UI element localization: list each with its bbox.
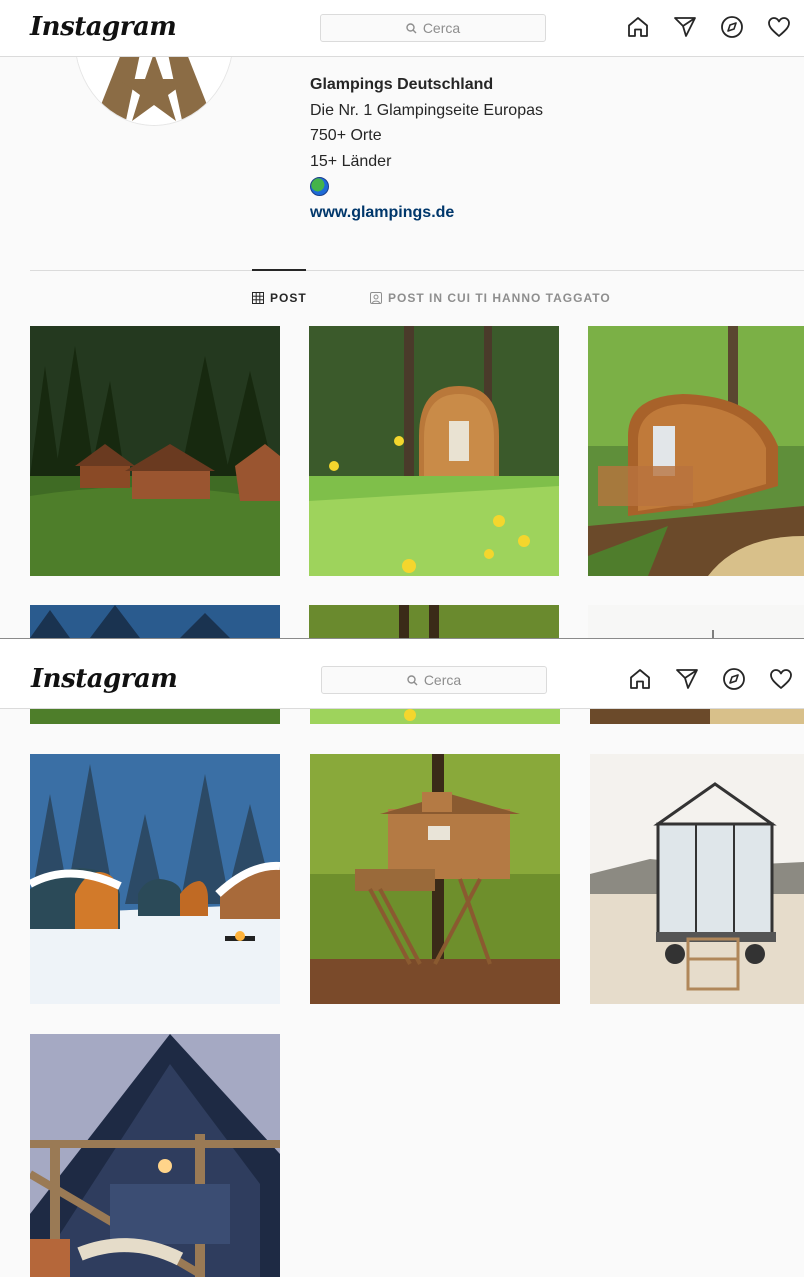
direct-icon[interactable] [673, 15, 697, 39]
post-thumbnail-glass-house-top[interactable] [588, 605, 804, 638]
tabs-divider [30, 270, 804, 271]
search-placeholder: Cerca [422, 20, 461, 36]
tab-posts-label: POST [270, 291, 307, 305]
search-icon [407, 674, 418, 685]
search-placeholder: Cerca [423, 672, 462, 688]
profile-name: Glampings Deutschland [310, 76, 494, 93]
home-icon[interactable] [628, 667, 652, 691]
search-icon [406, 22, 417, 33]
home-icon[interactable] [626, 15, 650, 39]
bio-line-2: 750+ Orte [310, 127, 382, 144]
activity-icon[interactable] [767, 15, 791, 39]
post-thumbnail-treehouse[interactable] [310, 754, 560, 1004]
active-tab-indicator [252, 269, 306, 271]
post-thumbnail-wooden-pod-meadow[interactable] [309, 326, 559, 576]
post-thumbnail-glass-tiny-house[interactable] [590, 754, 804, 1004]
top-navigation-bar: Instagram Cerca [0, 0, 804, 57]
explore-icon[interactable] [722, 667, 746, 691]
post-thumbnail-snowy-pods[interactable] [30, 754, 280, 1004]
tagged-icon [370, 292, 382, 304]
top-navigation-bar: Instagram Cerca [0, 652, 804, 709]
tab-tagged[interactable]: POST IN CUI TI HANNO TAGGATO [370, 291, 611, 305]
nav-icons [626, 15, 791, 39]
bio-line-3: 15+ Länder [310, 152, 392, 170]
nav-icons [628, 667, 793, 691]
explore-icon[interactable] [720, 15, 744, 39]
instagram-logo[interactable]: Instagram [31, 664, 178, 694]
profile-bio: Glampings Deutschland Die Nr. 1 Glamping… [310, 72, 543, 225]
post-thumbnail-wooden-pod-garden[interactable] [588, 326, 804, 576]
globe-icon [310, 177, 329, 197]
post-thumbnail-snowy-pods-top[interactable] [30, 605, 280, 638]
search-input[interactable]: Cerca [320, 14, 546, 42]
post-thumbnail-forest-cabins[interactable] [30, 326, 280, 576]
tab-posts[interactable]: POST [252, 291, 307, 305]
post-thumbnail-forest-cabins-bottom[interactable] [30, 709, 280, 724]
grid-icon [252, 292, 264, 304]
activity-icon[interactable] [769, 667, 793, 691]
search-input[interactable]: Cerca [321, 666, 547, 694]
screenshot-separator [0, 638, 804, 653]
post-thumbnail-a-frame-cabin[interactable] [30, 1034, 280, 1277]
post-thumbnail-meadow-bottom[interactable] [310, 709, 560, 724]
profile-website-link[interactable]: www.glampings.de [310, 200, 543, 226]
profile-view-bottom: Instagram Cerca [0, 652, 804, 1277]
bio-line-1: Die Nr. 1 Glampingseite Europas [310, 101, 543, 119]
post-thumbnail-garden-bottom[interactable] [590, 709, 804, 724]
direct-icon[interactable] [675, 667, 699, 691]
instagram-logo[interactable]: Instagram [30, 12, 177, 42]
tab-tagged-label: POST IN CUI TI HANNO TAGGATO [388, 291, 611, 305]
profile-view-top: Instagram Cerca Glampings Deutschland Di… [0, 0, 804, 638]
post-thumbnail-treehouse-top[interactable] [309, 605, 559, 638]
